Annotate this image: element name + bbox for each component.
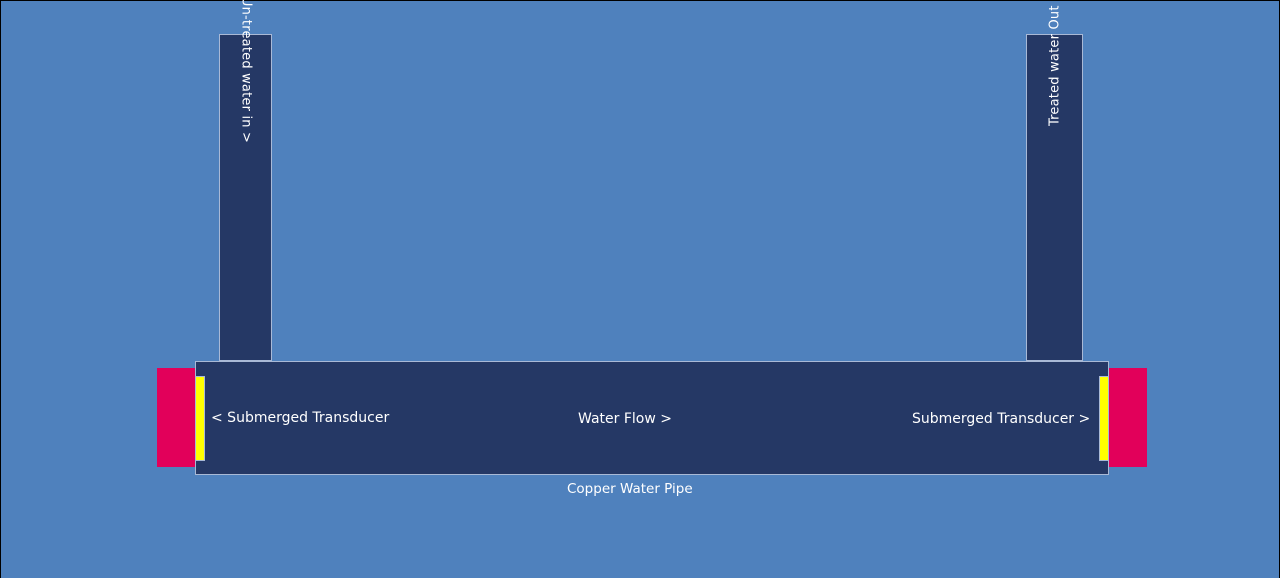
left-transducer-housing xyxy=(157,368,197,467)
left-transducer-element xyxy=(195,376,205,461)
water-flow-label: Water Flow > xyxy=(578,411,672,427)
pipe-caption: Copper Water Pipe xyxy=(567,481,693,497)
outlet-pipe: Treated water Out > xyxy=(1026,0,1083,361)
right-transducer-element xyxy=(1099,376,1109,461)
inlet-label: Un-treated water in > xyxy=(238,0,253,143)
right-transducer-label: Submerged Transducer > xyxy=(912,411,1091,427)
left-transducer-label: < Submerged Transducer xyxy=(211,410,390,426)
diagram-canvas: Un-treated water in > Treated water Out … xyxy=(1,0,1279,578)
right-transducer-housing xyxy=(1108,368,1147,467)
inlet-pipe: Un-treated water in > xyxy=(219,0,272,361)
outlet-label: Treated water Out > xyxy=(1047,0,1062,126)
